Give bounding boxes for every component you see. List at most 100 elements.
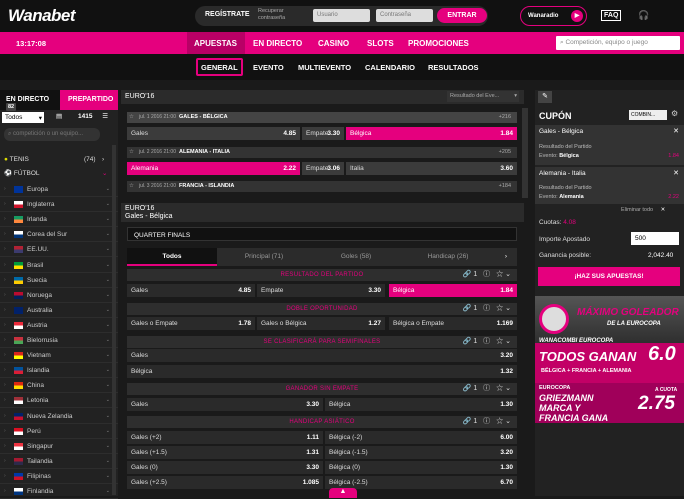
- faq-link[interactable]: FAQ: [601, 10, 622, 21]
- odd-draw[interactable]: Empate 3.06: [302, 162, 344, 175]
- info-icon[interactable]: ⓘ: [483, 338, 492, 345]
- star-icon[interactable]: ☆: [496, 338, 505, 345]
- star-icon[interactable]: ☆: [129, 147, 134, 158]
- odd-cell[interactable]: Bélgica (0) 1.30: [325, 461, 517, 474]
- matches-scrollbar[interactable]: [522, 108, 528, 198]
- sidebar-item-country[interactable]: › Europa ⌄: [0, 182, 118, 197]
- odd-away[interactable]: Italia 3.60: [346, 162, 517, 175]
- link-icon[interactable]: 🔗: [463, 305, 474, 312]
- sidebar-item-country[interactable]: › Islandia ⌄: [0, 363, 118, 379]
- odd-cell[interactable]: Bélgica (-1.5) 3.20: [325, 446, 517, 459]
- register-button[interactable]: REGÍSTRATE: [205, 11, 250, 18]
- market-section-header[interactable]: GANADOR SIN EMPATE 🔗1 ⓘ ☆⌄: [127, 383, 517, 395]
- sidebar-item-country[interactable]: › Singapur ⌄: [0, 439, 118, 454]
- chevron-down-icon[interactable]: ⌄: [505, 338, 513, 345]
- sidebar-item-country[interactable]: › EE.UU. ⌄: [0, 242, 118, 258]
- market-tab-goals[interactable]: Goles (58): [311, 248, 401, 266]
- tab-general[interactable]: GENERAL: [201, 63, 238, 72]
- tab-multievento[interactable]: MULTIEVENTO: [298, 63, 351, 72]
- market-section-header[interactable]: RESULTADO DEL PARTIDO 🔗1 ⓘ ☆⌄: [127, 269, 517, 281]
- sidebar-item-country[interactable]: › Brasil ⌄: [0, 258, 118, 273]
- sidebar-item-country[interactable]: › Bielorrusia ⌄: [0, 333, 118, 348]
- chevron-down-icon[interactable]: ⌄: [505, 305, 513, 312]
- odd-cell[interactable]: Empate 3.30: [257, 284, 385, 297]
- chevron-right-icon[interactable]: ›: [495, 248, 517, 266]
- odd-cell[interactable]: Gales 3.30: [127, 398, 323, 411]
- odd-cell[interactable]: Bélgica 1.84: [389, 284, 517, 297]
- odd-cell[interactable]: Bélgica o Empate 1.169: [389, 317, 517, 330]
- username-input[interactable]: Usuario: [313, 9, 370, 22]
- sidebar-item-country[interactable]: › Letonia ⌄: [0, 393, 118, 409]
- star-icon[interactable]: ☆: [496, 385, 505, 392]
- close-icon[interactable]: ✕: [673, 127, 679, 135]
- odd-home[interactable]: Gales 4.85: [127, 127, 300, 140]
- chevron-down-icon[interactable]: ⌄: [505, 418, 513, 425]
- odd-cell[interactable]: Gales (+1.5) 1.31: [127, 446, 323, 459]
- sidebar-item-country[interactable]: › Suecia ⌄: [0, 273, 118, 288]
- sidebar-item-country[interactable]: › Finlandia ⌄: [0, 484, 118, 499]
- tab-prematch[interactable]: PREPARTIDO: [60, 90, 118, 110]
- filter-select[interactable]: Todos ▾: [2, 112, 44, 123]
- star-icon[interactable]: ☆: [129, 112, 134, 123]
- tab-calendario[interactable]: CALENDARIO: [365, 63, 415, 72]
- tab-evento[interactable]: EVENTO: [253, 63, 284, 72]
- star-icon[interactable]: ☆: [496, 271, 505, 278]
- info-icon[interactable]: ⓘ: [483, 305, 492, 312]
- match-row[interactable]: ☆ jul. 1 2016 21:00 GALES - BÉLGICA +216: [127, 112, 517, 123]
- link-icon[interactable]: 🔗: [463, 418, 474, 425]
- odd-cell[interactable]: Gales 3.20: [127, 349, 517, 362]
- sidebar-item-country[interactable]: › Inglaterra ⌄: [0, 197, 118, 213]
- odd-cell[interactable]: Gales (+2.5) 1.085: [127, 476, 323, 489]
- bet-type-select[interactable]: COMBIN...: [629, 110, 667, 120]
- market-section-header[interactable]: SE CLASIFICARÁ PARA SEMIFINALES 🔗1 ⓘ ☆⌄: [127, 336, 517, 348]
- sport-tennis[interactable]: ● TENIS (74) ›: [0, 154, 118, 166]
- nav-en-directo[interactable]: EN DIRECTO: [253, 39, 302, 48]
- odd-cell[interactable]: Gales 4.85: [127, 284, 255, 297]
- match-row[interactable]: ☆ jul. 3 2016 21:00 FRANCIA - ISLANDIA +184: [127, 181, 517, 192]
- odd-cell[interactable]: Bélgica 1.30: [325, 398, 517, 411]
- headset-icon[interactable]: 🎧: [638, 10, 649, 21]
- wrench-icon[interactable]: ✎: [538, 91, 552, 103]
- sidebar-item-country[interactable]: › Nueva Zelandia ⌄: [0, 409, 118, 424]
- nav-slots[interactable]: SLOTS: [367, 39, 394, 48]
- sidebar-scrollbar[interactable]: [112, 145, 116, 495]
- sidebar-item-country[interactable]: › Vietnam ⌄: [0, 348, 118, 364]
- info-icon[interactable]: ⓘ: [483, 385, 492, 392]
- sidebar-item-country[interactable]: › Australia ⌄: [0, 303, 118, 318]
- odd-cell[interactable]: Bélgica (-2) 6.00: [325, 431, 517, 444]
- odd-draw[interactable]: Empate 3.30: [302, 127, 344, 140]
- sidebar-item-country[interactable]: › Irlanda ⌄: [0, 212, 118, 228]
- promo-banner-combi[interactable]: TODOS GANAN 6.0 BÉLGICA + FRANCIA + ALEM…: [535, 343, 684, 383]
- info-icon[interactable]: ⓘ: [483, 418, 492, 425]
- radio-button[interactable]: Wanaradio ▶: [520, 6, 587, 26]
- sidebar-item-country[interactable]: › Austria ⌄: [0, 318, 118, 333]
- place-bet-button[interactable]: ¡HAZ SUS APUESTAS!: [538, 267, 680, 286]
- nav-apuestas[interactable]: APUESTAS: [194, 39, 237, 48]
- star-icon[interactable]: ☆: [496, 418, 505, 425]
- search-input[interactable]: ⌕ Competición, equipo o juego: [556, 36, 680, 50]
- delete-all-link[interactable]: Eliminar todo ✕: [621, 207, 665, 213]
- match-row[interactable]: ☆ jul. 2 2016 21:00 ALEMANIA - ITALIA +205: [127, 147, 517, 158]
- close-icon[interactable]: ✕: [673, 169, 679, 177]
- odd-cell[interactable]: Gales o Empate 1.78: [127, 317, 255, 330]
- market-tab-main[interactable]: Principal (71): [219, 248, 309, 266]
- scroll-up-button[interactable]: ▲: [329, 488, 357, 498]
- recover-password-link[interactable]: Recuperar contraseña: [258, 8, 306, 22]
- more-markets[interactable]: +205: [499, 147, 511, 158]
- menu-icon[interactable]: ☰: [102, 113, 108, 120]
- market-section-header[interactable]: HANDICAP ASIÁTICO 🔗1 ⓘ ☆⌄: [127, 416, 517, 428]
- password-input[interactable]: Contraseña: [376, 9, 433, 22]
- odd-cell[interactable]: Gales (0) 3.30: [127, 461, 323, 474]
- sidebar-item-country[interactable]: › Tailandia ⌄: [0, 454, 118, 469]
- promo-banner-griezmann[interactable]: EUROCOPA GRIEZMANN MARCA Y FRANCIA GANA …: [535, 383, 684, 423]
- tab-live[interactable]: EN DIRECTO 82: [0, 90, 60, 111]
- sidebar-item-country[interactable]: › Corea del Sur ⌄: [0, 227, 118, 243]
- star-icon[interactable]: ☆: [129, 181, 134, 192]
- stake-input[interactable]: 500: [631, 232, 679, 245]
- sidebar-item-country[interactable]: › Perú ⌄: [0, 424, 118, 439]
- link-icon[interactable]: 🔗: [463, 385, 474, 392]
- link-icon[interactable]: 🔗: [463, 271, 474, 278]
- sidebar-search-input[interactable]: ⌕ competición o un equipo...: [4, 128, 100, 141]
- odd-cell[interactable]: Bélgica 1.32: [127, 365, 517, 378]
- gear-icon[interactable]: ⚙: [671, 109, 678, 118]
